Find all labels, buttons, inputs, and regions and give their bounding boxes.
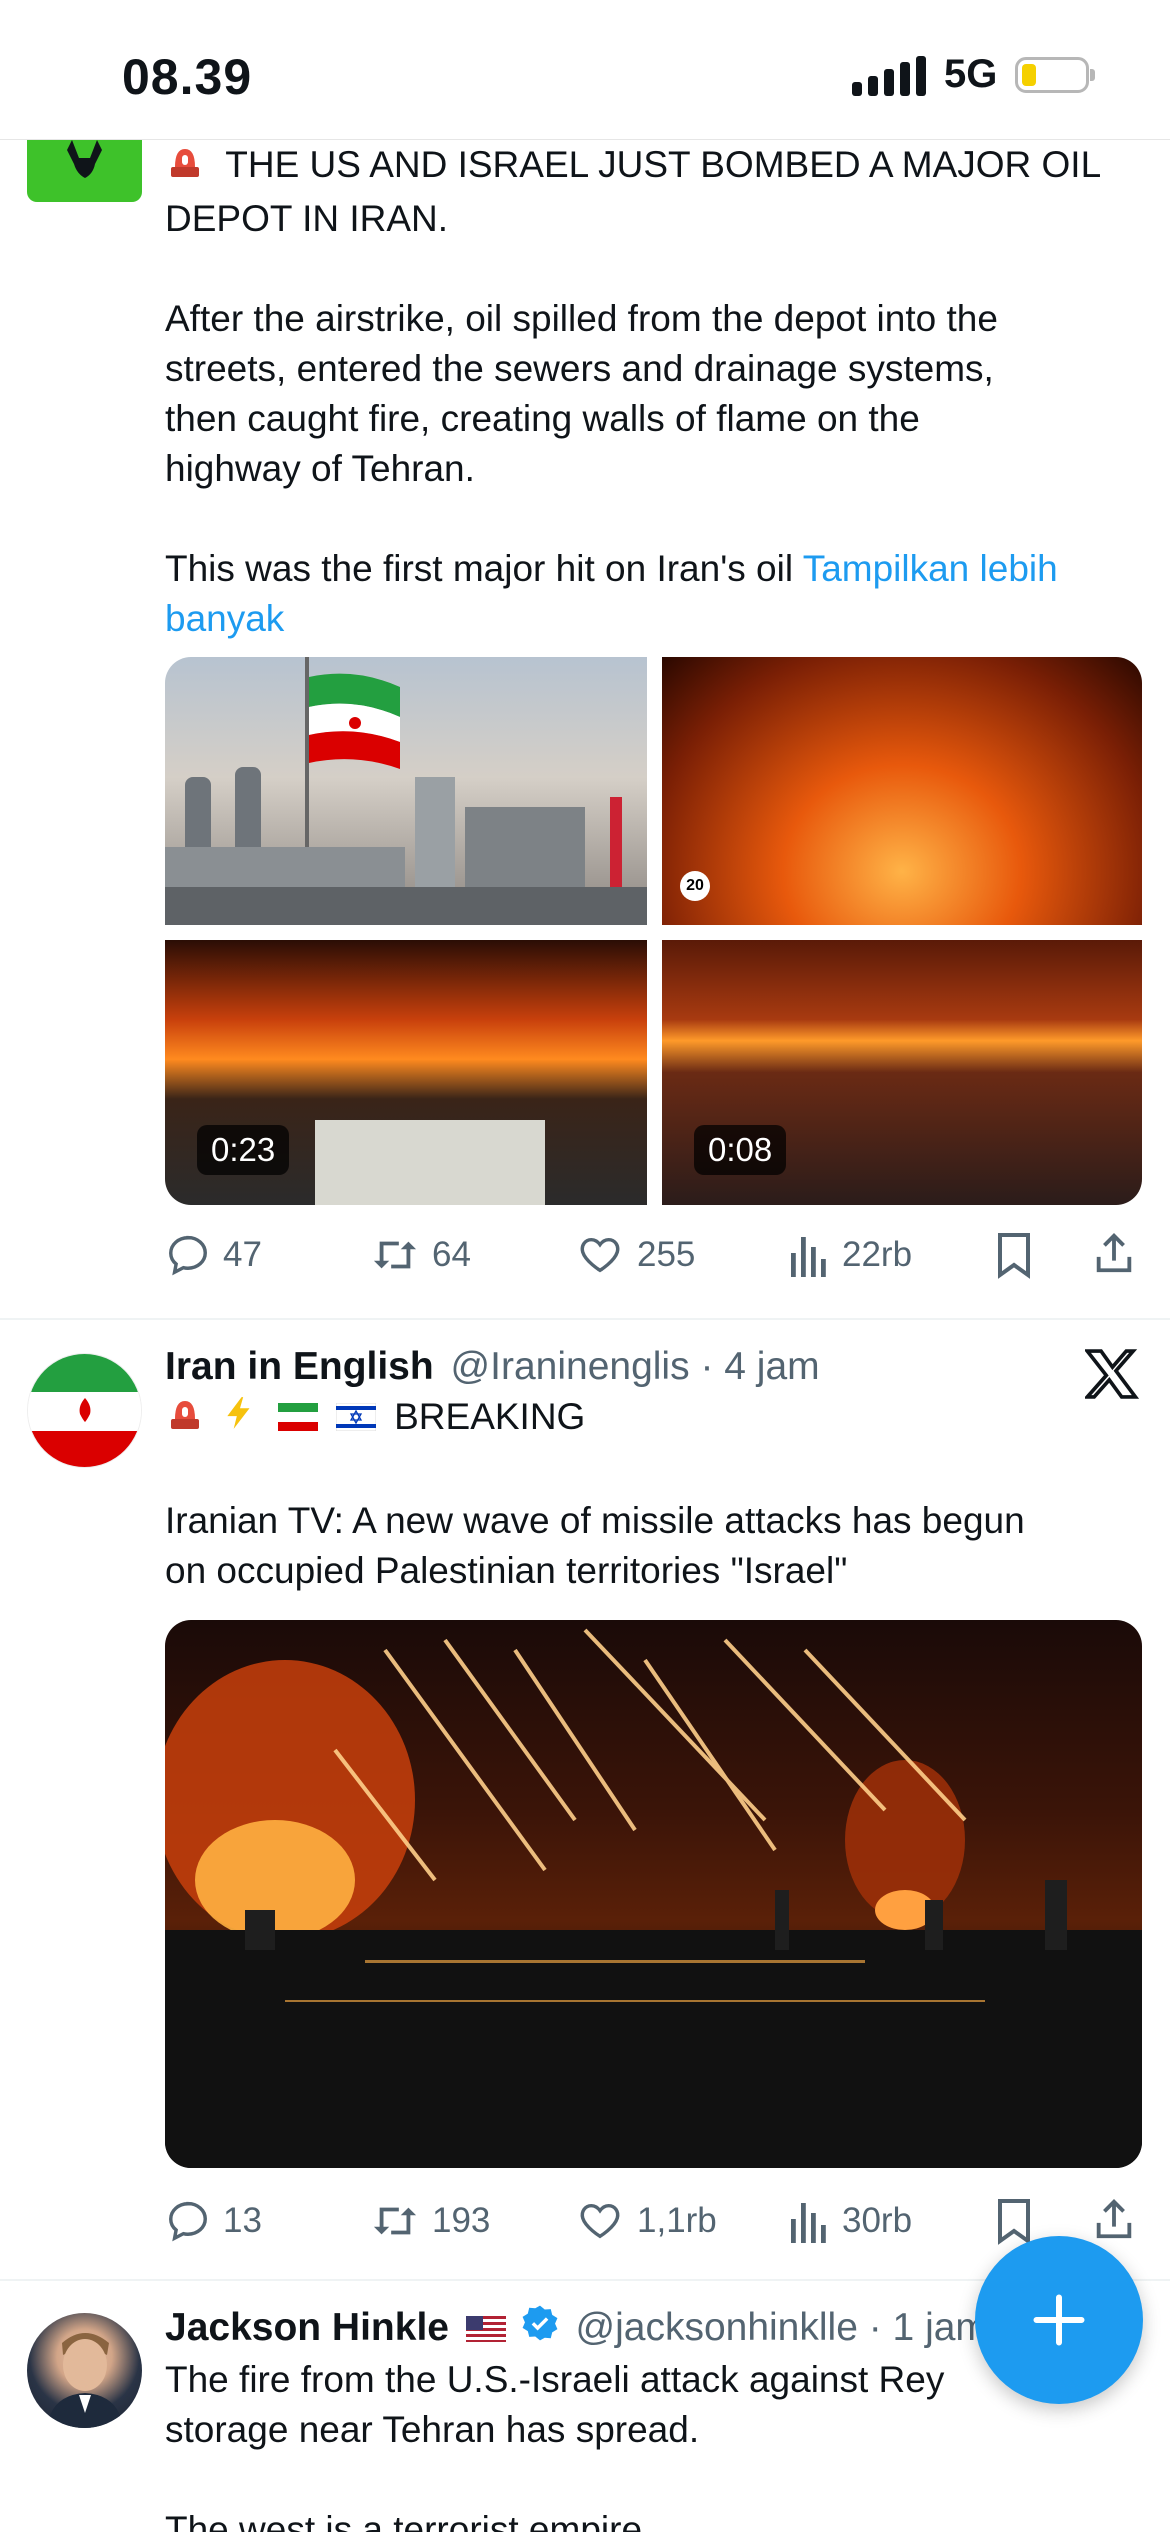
like-button[interactable]: 1,1rb [575,2198,717,2244]
refinery-flag-photo [165,657,647,925]
plus-icon [1033,2294,1085,2346]
views-button[interactable]: 30rb [788,2199,912,2243]
share-button[interactable] [1091,1229,1137,1282]
views-chart-icon [791,2203,826,2243]
reply-count: 47 [223,1235,262,1274]
bookmark-button[interactable] [993,1231,1035,1284]
reply-button[interactable]: 47 [165,1232,262,1278]
tweet[interactable]: THE US AND ISRAEL JUST BOMBED A MAJOR OI… [0,140,1170,1320]
reply-icon [169,1235,207,1276]
bookmark-icon [998,1233,1030,1279]
bull-logo-icon [67,140,102,178]
media-photo[interactable] [165,1620,1142,2168]
media-video[interactable]: 0:23 [165,940,647,1205]
views-count: 30rb [842,2201,913,2240]
tweet-heading: BREAKING [394,1396,586,1437]
tweet-text-line: streets, entered the sewers and drainage… [165,347,994,389]
compose-tweet-button[interactable] [975,2236,1143,2404]
share-button[interactable] [1091,2195,1137,2248]
repost-count: 64 [432,1235,471,1274]
views-button[interactable]: 22rb [788,1233,912,1277]
person-avatar-icon [47,2333,123,2428]
reply-button[interactable]: 13 [165,2198,262,2244]
show-more-link[interactable]: Tampilkan lebih [803,548,1058,589]
iran-flag-avatar-icon [28,1354,141,1467]
author-name[interactable]: Iran in English [165,1345,434,1388]
like-count: 1,1rb [637,2201,717,2240]
reply-icon [169,2201,207,2242]
iran-flag-icon [277,1394,318,1444]
network-type: 5G [944,52,998,96]
media-video[interactable]: 0:08 [662,940,1142,1205]
heart-icon [580,2203,620,2239]
siren-icon [165,1393,205,1446]
media-photo[interactable] [165,657,647,925]
share-icon [1096,1233,1132,1273]
tweet[interactable]: Iran in English @Iraninenglis · 4 jam BR… [0,1320,1170,2280]
lightning-icon [221,1393,259,1446]
bookmark-icon [998,2199,1030,2245]
media-photo[interactable]: 20 [662,657,1142,925]
tweet-time: · 4 jam [700,1345,820,1388]
author-name[interactable]: Jackson Hinkle [165,2306,449,2349]
views-count: 22rb [842,1235,913,1274]
heart-icon [580,1237,620,1273]
missiles-over-city-photo [165,1628,1142,2168]
tweet-text-line: This was the first major hit on Iran's o… [165,547,794,589]
tweet-text-line: on occupied Palestinian territories "Isr… [165,1549,848,1591]
status-time: 08.39 [122,49,253,105]
repost-count: 193 [432,2201,491,2240]
repost-icon [373,1241,417,1269]
show-more-link-cont[interactable]: banyak [165,598,284,639]
repost-button[interactable]: 64 [370,1232,471,1278]
tweet-time: · 1 jam [868,2306,988,2349]
siren-icon [165,141,205,194]
author-handle[interactable]: @jacksonhinklle [576,2306,858,2349]
us-flag-icon [465,2305,506,2355]
tweet-text-line: highway of Tehran. [165,447,475,489]
repost-icon [373,2207,417,2235]
share-icon [1096,2199,1132,2239]
tweet-text-line: The west is a terrorist empire [165,2509,643,2532]
battery-icon [1015,56,1096,93]
tweet-text-line: THE US AND ISRAEL JUST BOMBED A MAJOR OI… [225,144,1102,185]
verified-badge-icon [521,2304,559,2355]
tweet-text-line: After the airstrike, oil spilled from th… [165,297,998,339]
avatar[interactable] [27,1353,142,1468]
repost-button[interactable]: 193 [370,2198,490,2244]
x-logo-icon[interactable] [1083,1348,1140,1405]
avatar[interactable] [27,140,142,202]
author-handle[interactable]: @Iraninenglis [451,1345,690,1388]
tweet-text-line: storage near Tehran has spread. [165,2409,700,2451]
speed-sign-label: 20 [680,871,710,901]
tweet-text-line: Iranian TV: A new wave of missile attack… [165,1499,1025,1541]
avatar[interactable] [27,2313,142,2428]
tweet-text-line: then caught fire, creating walls of flam… [165,397,920,439]
like-button[interactable]: 255 [575,1232,695,1278]
status-bar: 08.39 5G [0,0,1170,140]
views-chart-icon [791,1237,826,1277]
like-count: 255 [637,1235,696,1274]
media-grid: 20 0:23 0:08 [165,657,1142,1205]
video-duration: 0:23 [197,1125,290,1175]
tweet-text-line: DEPOT IN IRAN. [165,197,449,239]
cellular-signal-icon [852,54,926,96]
israel-flag-icon [335,1394,377,1444]
video-duration: 0:08 [694,1125,787,1175]
reply-count: 13 [223,2201,262,2240]
